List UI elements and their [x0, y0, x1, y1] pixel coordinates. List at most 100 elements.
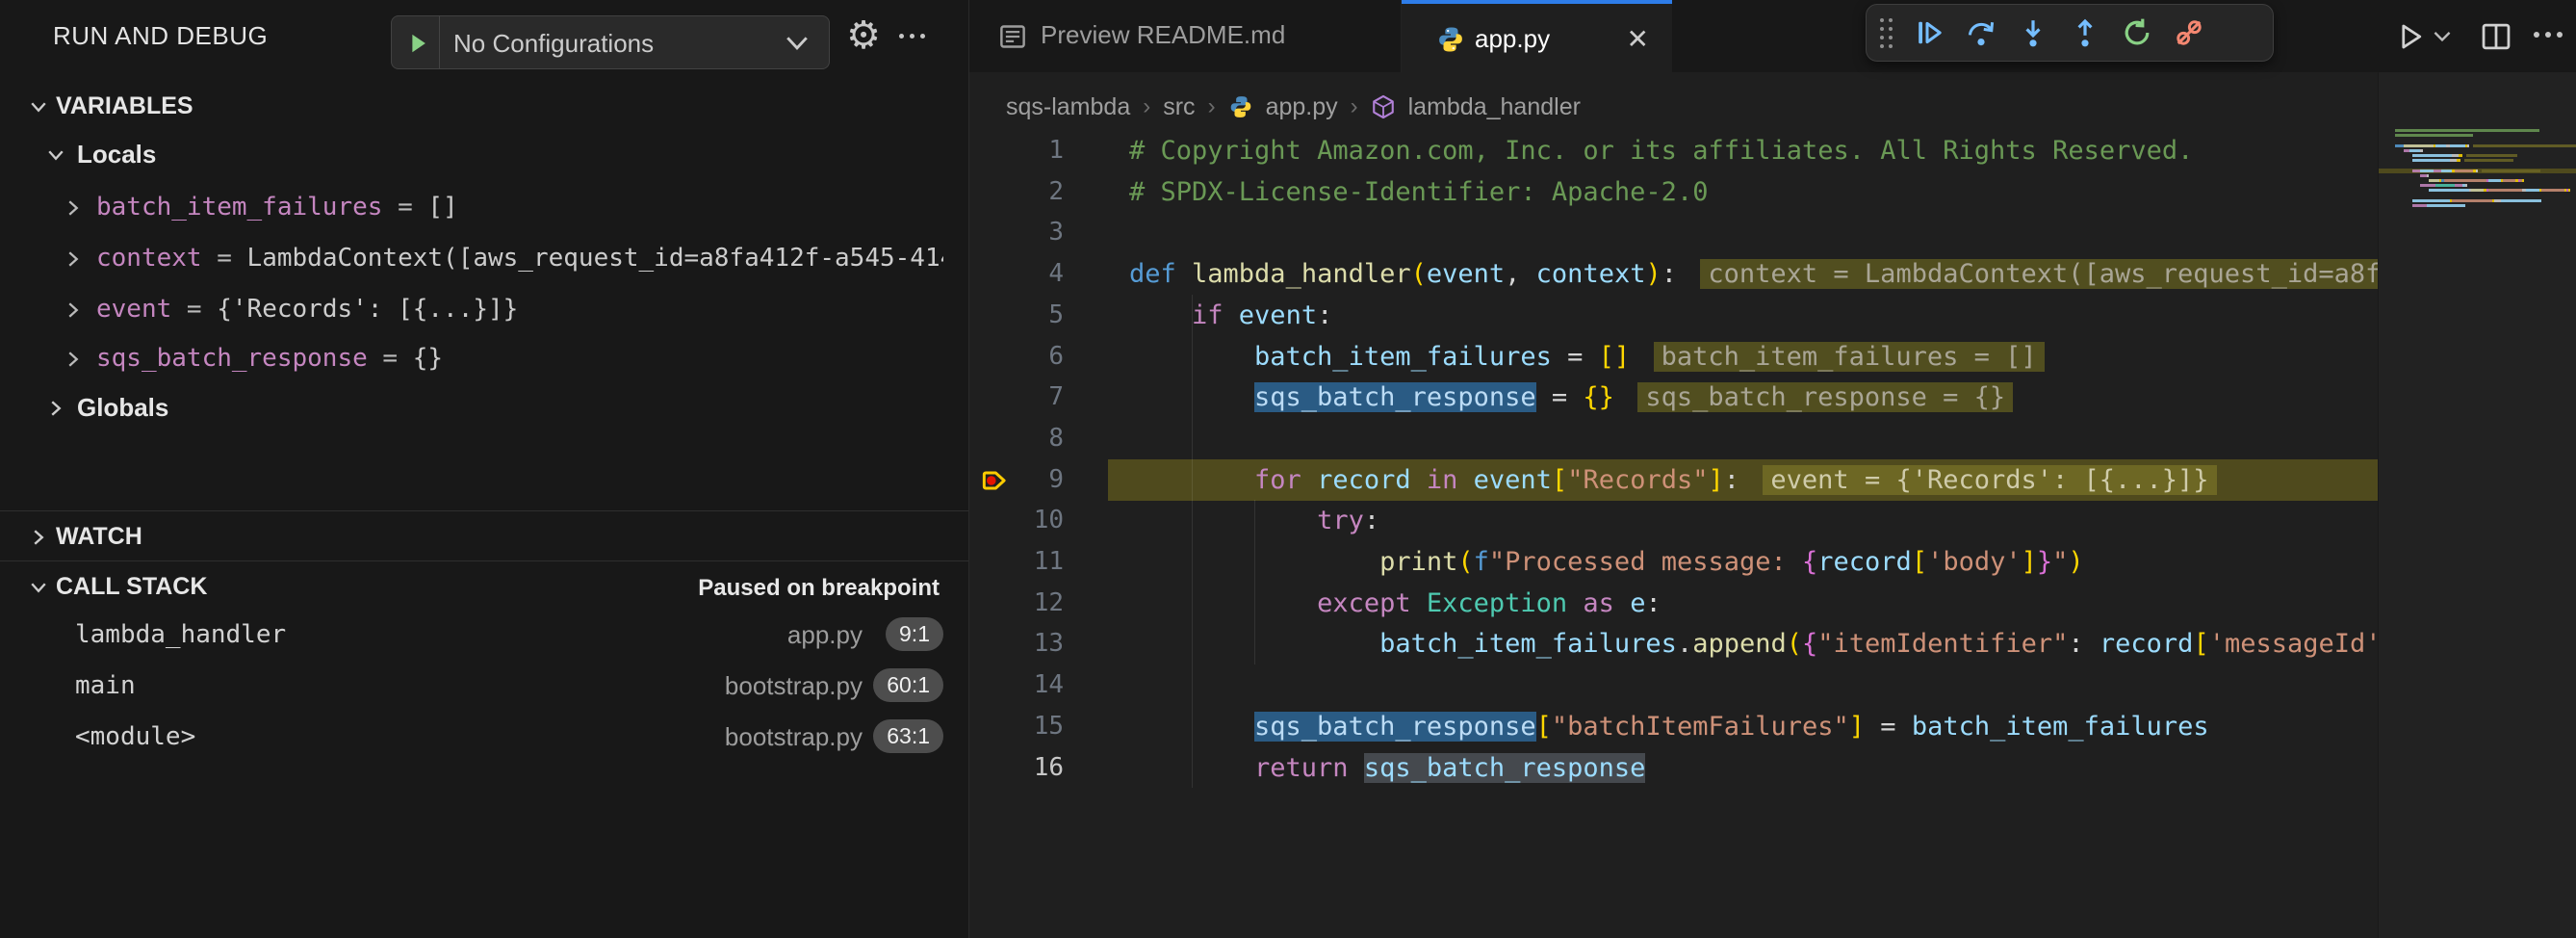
start-debug-icon[interactable] — [403, 29, 432, 58]
frame-position-badge: 60:1 — [873, 668, 943, 702]
chevron-right-icon — [62, 299, 85, 322]
chevron-right-icon — [62, 348, 85, 371]
tab-label[interactable]: app.py — [1475, 24, 1550, 54]
locals-scope-row[interactable]: Locals — [0, 129, 968, 179]
stack-frame-row[interactable]: mainbootstrap.py60:1 — [0, 661, 968, 712]
variable-row[interactable]: sqs_batch_response = {} — [0, 333, 968, 384]
code-token: ( — [1457, 547, 1473, 577]
code-token: = — [1536, 382, 1584, 412]
python-icon — [1228, 94, 1253, 119]
line-number: 6 — [969, 336, 1064, 378]
code-token: [ — [1536, 712, 1552, 742]
breadcrumb-item-file[interactable]: app.py — [1266, 93, 1338, 121]
code-line[interactable]: # Copyright Amazon.com, Inc. or its affi… — [1129, 130, 2378, 171]
chevron-right-icon — [62, 196, 85, 220]
more-actions-icon[interactable] — [2534, 32, 2563, 38]
code-line[interactable] — [1129, 212, 2378, 253]
sidebar-toolbar: RUN AND DEBUG No Configurations ⚙ — [0, 0, 968, 72]
minimap-line — [2395, 204, 2465, 207]
chevron-down-icon — [44, 143, 67, 167]
variables-section-header[interactable]: VARIABLES — [0, 81, 968, 131]
step-over-icon[interactable] — [1966, 17, 1996, 48]
minimap-line — [2395, 159, 2513, 162]
code-line[interactable] — [1129, 664, 2378, 706]
tab-label[interactable]: Preview README.md — [1041, 20, 1285, 50]
code-line[interactable]: return sqs_batch_response — [1129, 747, 2378, 789]
globals-scope-row[interactable]: Globals — [0, 382, 968, 432]
code-line[interactable]: except Exception as e: — [1129, 583, 2378, 624]
watch-section-header[interactable]: WATCH — [0, 511, 968, 561]
code-token: ] — [2022, 547, 2037, 577]
chevron-down-icon[interactable] — [785, 33, 810, 54]
breadcrumb-item-folder[interactable]: sqs-lambda — [1006, 93, 1130, 121]
line-number: 2 — [969, 171, 1064, 213]
tab-app-py[interactable]: app.py ✕ — [1402, 0, 1672, 72]
code-line[interactable]: print(f"Processed message: {record['body… — [1129, 541, 2378, 583]
frame-file: bootstrap.py — [725, 671, 863, 701]
code-line[interactable]: sqs_batch_response["batchItemFailures"] … — [1129, 706, 2378, 747]
breakpoint-paused-icon[interactable] — [979, 465, 1010, 496]
line-number: 14 — [969, 664, 1064, 706]
run-and-debug-sidebar: RUN AND DEBUG No Configurations ⚙ VARIAB… — [0, 0, 969, 938]
code-line[interactable]: try: — [1129, 500, 2378, 541]
code-token: # SPDX-License-Identifier: Apache-2.0 — [1129, 177, 1708, 207]
code-token: ( — [1787, 629, 1802, 659]
stack-frame-row[interactable]: <module>bootstrap.py63:1 — [0, 712, 968, 763]
editor-actions — [2387, 0, 2576, 72]
more-actions-icon[interactable] — [899, 34, 925, 39]
code-editor[interactable]: 12345678910111213141516 # Copyright Amaz… — [969, 130, 2378, 938]
code-token: def — [1129, 259, 1192, 289]
step-out-icon[interactable] — [2070, 17, 2100, 48]
debug-configuration-dropdown[interactable]: No Configurations — [391, 15, 830, 69]
code-line[interactable] — [1129, 418, 2378, 459]
minimap[interactable] — [2378, 72, 2576, 938]
breadcrumb-separator: › — [1143, 93, 1150, 120]
continue-icon[interactable] — [1914, 17, 1945, 48]
split-editor-icon[interactable] — [2480, 20, 2512, 53]
call-stack-section-header[interactable]: CALL STACK Paused on breakpoint — [0, 561, 968, 612]
code-line[interactable]: if event: — [1129, 295, 2378, 336]
code-token: Exception — [1427, 588, 1567, 618]
code-token: sqs_batch_response — [1364, 753, 1646, 783]
close-icon[interactable]: ✕ — [1627, 23, 1649, 55]
code-token: if — [1192, 300, 1239, 330]
minimap-line — [2395, 199, 2541, 202]
stack-frame-row[interactable]: lambda_handlerapp.py9:1 — [0, 610, 968, 661]
run-icon[interactable] — [2394, 20, 2427, 53]
gear-icon[interactable]: ⚙ — [841, 12, 886, 60]
disconnect-icon[interactable] — [2174, 17, 2204, 48]
minimap-line — [2395, 129, 2539, 132]
step-into-icon[interactable] — [2018, 17, 2048, 48]
line-number: 7 — [969, 377, 1064, 418]
symbol-method-icon — [1371, 94, 1396, 119]
code-token: " — [2052, 547, 2068, 577]
code-token: { — [1802, 547, 1817, 577]
restart-icon[interactable] — [2122, 17, 2152, 48]
code-line[interactable]: batch_item_failures.append({"itemIdentif… — [1129, 623, 2378, 664]
minimap-line — [2395, 184, 2467, 187]
code-token: [ — [1912, 547, 1927, 577]
minimap-line — [2395, 154, 2517, 157]
minimap-line — [2395, 144, 2576, 147]
code-line[interactable]: sqs_batch_response = {}sqs_batch_respons… — [1129, 377, 2378, 418]
variable-row[interactable]: batch_item_failures = [] — [0, 182, 968, 233]
variable-row[interactable]: context = LambdaContext([aws_request_id=… — [0, 233, 968, 284]
code-token: as — [1567, 588, 1630, 618]
code-token: record — [2099, 629, 2194, 659]
python-icon — [1436, 25, 1465, 54]
code-line[interactable]: batch_item_failures = []batch_item_failu… — [1129, 336, 2378, 378]
code-token: "Processed message: — [1489, 547, 1802, 577]
drag-handle-icon[interactable] — [1880, 18, 1893, 48]
code-line[interactable]: # SPDX-License-Identifier: Apache-2.0 — [1129, 171, 2378, 213]
breadcrumb-item-symbol[interactable]: lambda_handler — [1408, 93, 1581, 121]
breadcrumb-item-folder[interactable]: src — [1163, 93, 1195, 121]
code-line[interactable]: def lambda_handler(event, context):conte… — [1129, 253, 2378, 295]
editor-group: Preview README.md app.py ✕ sqs-lambda › … — [969, 0, 2576, 938]
chevron-down-icon — [27, 95, 50, 118]
code-token: { — [1802, 629, 1817, 659]
debug-configuration-label[interactable]: No Configurations — [453, 29, 654, 59]
run-dropdown-chevron-icon[interactable] — [2432, 28, 2453, 45]
tab-preview-readme[interactable]: Preview README.md — [969, 0, 1402, 72]
variable-row[interactable]: event = {'Records': [{...}]} — [0, 284, 968, 335]
code-line[interactable]: for record in event["Records"]:event = {… — [1129, 459, 2378, 501]
